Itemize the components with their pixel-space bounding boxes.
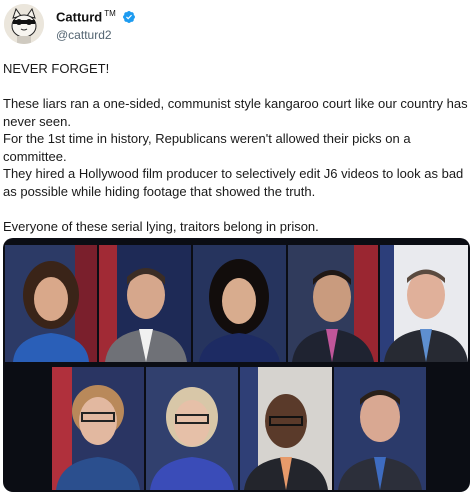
collage-photo-4[interactable] bbox=[288, 245, 378, 362]
user-handle[interactable]: @catturd2 bbox=[56, 28, 112, 42]
tweet-body: NEVER FORGET! These liars ran a one-side… bbox=[3, 60, 469, 235]
collage-photo-1[interactable] bbox=[5, 245, 97, 362]
collage-photo-2[interactable] bbox=[99, 245, 191, 362]
tweet-headline: NEVER FORGET! bbox=[3, 61, 110, 76]
tweet-media-collage[interactable] bbox=[3, 238, 470, 492]
collage-photo-7[interactable] bbox=[146, 367, 238, 490]
cat-avatar-icon[interactable] bbox=[4, 4, 44, 44]
collage-photo-6[interactable] bbox=[52, 367, 144, 490]
verified-badge-icon bbox=[123, 11, 135, 23]
collage-photo-8[interactable] bbox=[240, 367, 332, 490]
collage-photo-5[interactable] bbox=[380, 245, 468, 362]
trademark-mark: TM bbox=[104, 9, 116, 18]
collage-photo-3[interactable] bbox=[193, 245, 286, 362]
tweet-line-1: These liars ran a one-sided, communist s… bbox=[3, 96, 468, 129]
tweet-line-3: They hired a Hollywood film producer to … bbox=[3, 166, 464, 199]
collage-photo-9[interactable] bbox=[334, 367, 426, 490]
tweet-line-2: For the 1st time in history, Republicans… bbox=[3, 131, 411, 164]
tweet-header: Catturd TM @catturd2 bbox=[4, 4, 464, 44]
tweet-closing: Everyone of these serial lying, traitors… bbox=[3, 218, 319, 234]
display-name-text: Catturd bbox=[56, 9, 103, 25]
tweet-card[interactable]: Catturd TM @catturd2 NEVER FORGET! These … bbox=[0, 0, 475, 500]
display-name[interactable]: Catturd TM bbox=[56, 9, 116, 24]
